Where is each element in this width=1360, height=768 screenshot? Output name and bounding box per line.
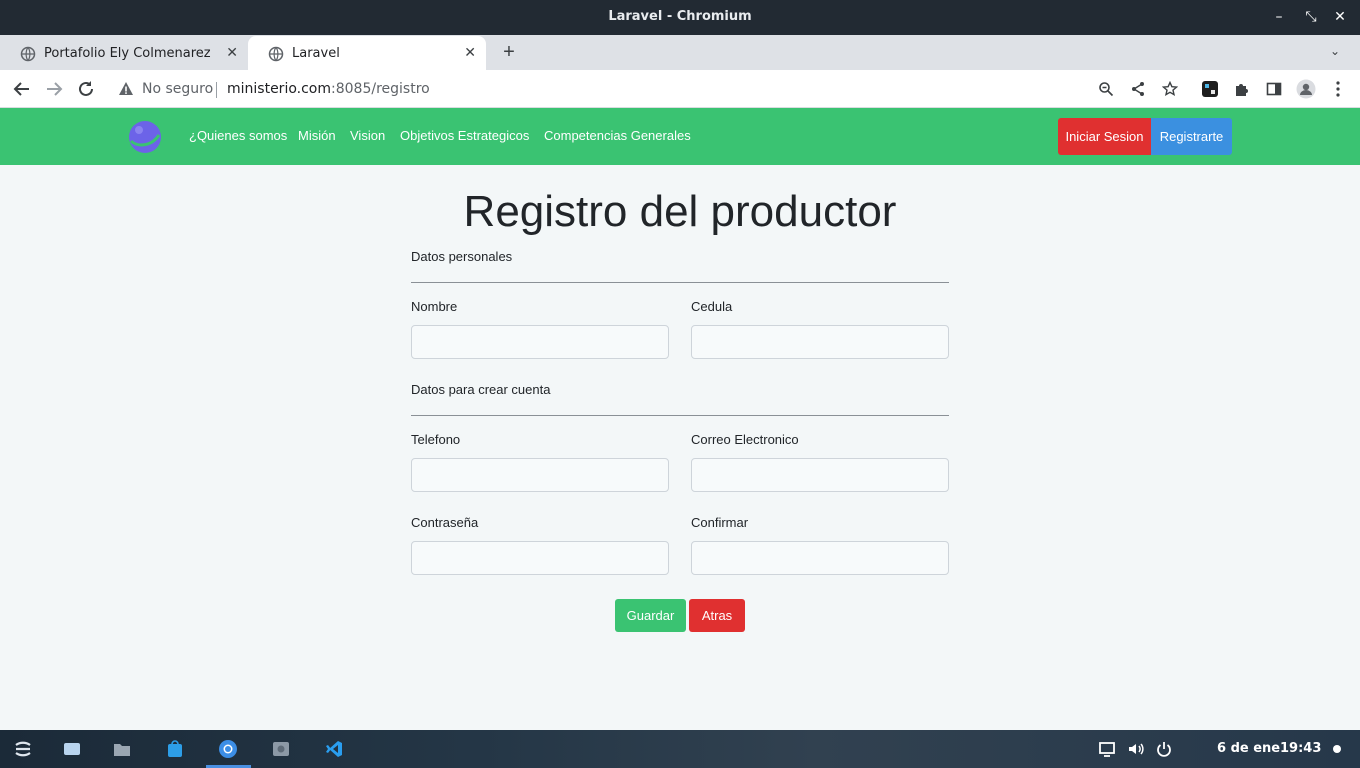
back-icon[interactable] xyxy=(11,78,33,100)
section-heading-account: Datos para crear cuenta xyxy=(411,382,551,397)
menu-kebab-icon[interactable] xyxy=(1327,78,1349,100)
workspaces-icon[interactable] xyxy=(62,739,82,759)
warning-icon xyxy=(119,82,133,95)
section-divider xyxy=(411,415,949,416)
phone-label: Telefono xyxy=(411,432,461,447)
side-panel-icon[interactable] xyxy=(1263,78,1285,100)
site-logo-icon[interactable] xyxy=(127,119,163,155)
os-taskbar: 6 de ene 19:43 xyxy=(0,730,1360,768)
name-label: Nombre xyxy=(411,299,458,314)
minimize-button[interactable]: – xyxy=(1269,7,1289,27)
nav-link-quienes-somos[interactable]: ¿Quienes somos xyxy=(189,128,287,143)
close-window-button[interactable]: ✕ xyxy=(1330,7,1350,27)
volume-icon[interactable] xyxy=(1126,739,1146,759)
bookmark-star-icon[interactable] xyxy=(1159,78,1181,100)
zoom-icon[interactable] xyxy=(1095,78,1117,100)
tab-label: Laravel xyxy=(292,46,340,61)
cedula-input[interactable] xyxy=(691,325,949,359)
name-input[interactable] xyxy=(411,325,669,359)
address-bar[interactable]: No seguro ministerio.com:8085/registro xyxy=(108,74,1158,104)
register-button[interactable]: Registrarte xyxy=(1151,118,1232,155)
password-input[interactable] xyxy=(411,541,669,575)
confirm-label: Confirmar xyxy=(691,515,749,530)
power-icon[interactable] xyxy=(1154,739,1174,759)
notification-dot-icon[interactable] xyxy=(1332,744,1342,754)
nav-link-objetivos[interactable]: Objetivos Estrategicos xyxy=(400,128,529,143)
restore-button[interactable]: ⤡ xyxy=(1301,7,1321,27)
tab-strip: Portafolio Ely Colmenarez ✕ Laravel ✕ xyxy=(0,35,1360,70)
tab-laravel[interactable]: Laravel ✕ xyxy=(248,36,486,70)
tab-portafolio[interactable]: Portafolio Ely Colmenarez ✕ xyxy=(0,36,248,70)
nav-link-mision[interactable]: Misión xyxy=(298,128,336,143)
software-store-icon[interactable] xyxy=(165,739,185,759)
forward-icon[interactable] xyxy=(43,78,65,100)
section-divider xyxy=(411,282,949,283)
nav-link-competencias[interactable]: Competencias Generales xyxy=(544,128,691,143)
cedula-label: Cedula xyxy=(691,299,733,314)
profile-avatar-icon[interactable] xyxy=(1295,78,1317,100)
url-host: ministerio.com xyxy=(227,81,332,97)
close-tab-icon[interactable]: ✕ xyxy=(226,45,238,61)
new-tab-button[interactable]: + xyxy=(498,41,520,63)
screenshot-tool-icon[interactable] xyxy=(271,739,291,759)
files-icon[interactable] xyxy=(112,739,132,759)
globe-icon xyxy=(268,46,284,62)
share-icon[interactable] xyxy=(1127,78,1149,100)
close-tab-icon[interactable]: ✕ xyxy=(464,45,476,61)
login-button[interactable]: Iniciar Sesion xyxy=(1058,118,1151,155)
phone-input[interactable] xyxy=(411,458,669,492)
globe-icon xyxy=(20,46,36,62)
security-status[interactable]: No seguro xyxy=(142,81,213,97)
extension-app-icon[interactable] xyxy=(1199,78,1221,100)
display-icon[interactable] xyxy=(1097,739,1117,759)
chromium-icon[interactable] xyxy=(218,739,238,759)
password-label: Contraseña xyxy=(411,515,479,530)
extensions-puzzle-icon[interactable] xyxy=(1231,78,1253,100)
browser-toolbar: No seguro ministerio.com:8085/registro xyxy=(0,70,1360,108)
tab-search-button[interactable]: ⌄ xyxy=(1330,44,1340,58)
window-titlebar: Laravel - Chromium – ⤡ ✕ xyxy=(0,0,1360,35)
save-button[interactable]: Guardar xyxy=(615,599,686,632)
tab-label: Portafolio Ely Colmenarez xyxy=(44,46,211,61)
email-input[interactable] xyxy=(691,458,949,492)
confirm-password-input[interactable] xyxy=(691,541,949,575)
window-title: Laravel - Chromium xyxy=(608,9,752,24)
taskbar-date[interactable]: 6 de ene xyxy=(1217,741,1280,756)
email-label: Correo Electronico xyxy=(691,432,799,447)
nav-link-vision[interactable]: Vision xyxy=(350,128,385,143)
back-button[interactable]: Atras xyxy=(689,599,745,632)
divider xyxy=(216,82,217,98)
app-menu-icon[interactable] xyxy=(13,739,33,759)
url-text[interactable]: ministerio.com:8085/registro xyxy=(227,81,430,97)
url-path: :8085/registro xyxy=(331,81,430,97)
taskbar-time[interactable]: 19:43 xyxy=(1280,741,1321,756)
site-navbar: ¿Quienes somos Misión Vision Objetivos E… xyxy=(0,108,1360,165)
page-title: Registro del productor xyxy=(463,187,897,236)
vscode-icon[interactable] xyxy=(324,739,344,759)
reload-icon[interactable] xyxy=(75,78,97,100)
section-heading-personal: Datos personales xyxy=(411,249,513,264)
